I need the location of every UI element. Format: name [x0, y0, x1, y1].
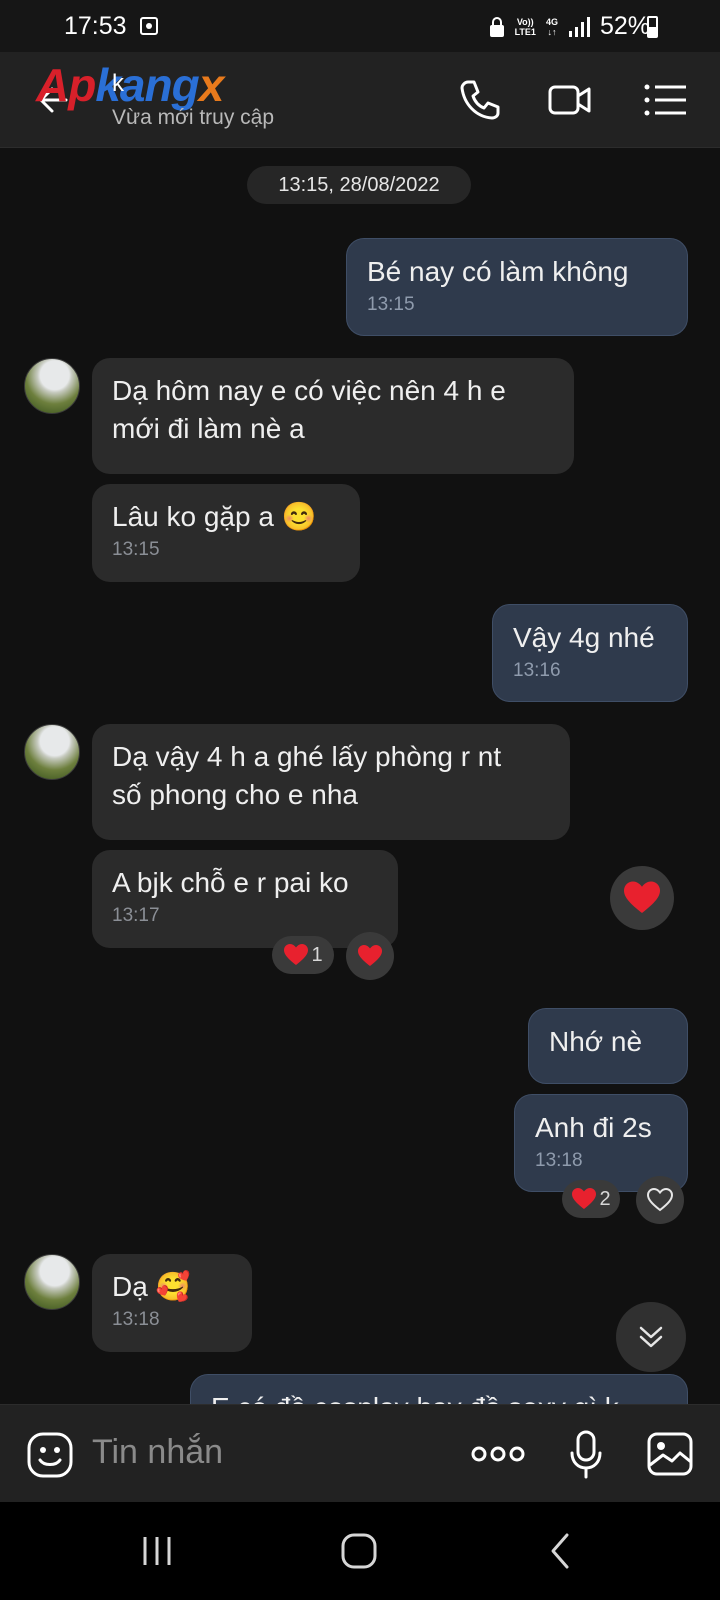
- message-list[interactable]: 13:15, 28/08/2022 Bé nay có làm không 13…: [0, 148, 720, 1404]
- message-text: Lâu ko gặp a 😊: [112, 501, 317, 532]
- message-text: Dạ 🥰: [112, 1271, 191, 1302]
- video-call-icon[interactable]: [546, 76, 594, 124]
- image-icon[interactable]: [646, 1431, 694, 1477]
- message-time: 13:18: [112, 1309, 160, 1330]
- contact-status: Vừa mới truy cập: [112, 106, 275, 129]
- message-text-line: số phong cho e nha: [112, 779, 358, 810]
- message-text-line: mới đi làm nè a: [112, 413, 305, 444]
- status-right-group: Vo)) LTE1 4G ↓↑ 52%: [489, 12, 650, 41]
- message-time: 13:15: [112, 539, 160, 560]
- message-outgoing[interactable]: Vậy 4g nhé 13:16: [492, 604, 688, 702]
- volte-indicator: Vo)) LTE1: [515, 17, 536, 37]
- signal-icon: [568, 16, 590, 37]
- network-type-label: 4G: [545, 16, 558, 27]
- message-incoming[interactable]: Dạ 🥰 13:18: [92, 1254, 252, 1352]
- message-text: A bjk chỗ e r pai ko: [112, 867, 349, 898]
- recent-apps-icon[interactable]: [140, 1534, 174, 1568]
- quick-react-heart-button[interactable]: [610, 866, 674, 930]
- message-outgoing-partial[interactable]: E có đồ cosplay hay đồ sexy gì k: [190, 1374, 688, 1404]
- message-input[interactable]: Tin nhắn: [92, 1433, 223, 1472]
- avatar[interactable]: [24, 1254, 80, 1310]
- message-time: 13:16: [513, 660, 561, 681]
- watermark-logo: Apkangx: [36, 59, 224, 111]
- notification-app-icon: [140, 17, 158, 35]
- message-text-line: Dạ hôm nay e có việc nên 4 h e: [112, 375, 506, 406]
- message-outgoing[interactable]: Nhớ nè: [528, 1008, 688, 1084]
- phone-icon[interactable]: [456, 76, 504, 124]
- avatar[interactable]: [24, 358, 80, 414]
- message-text: E có đồ cosplay hay đồ sexy gì k: [211, 1392, 619, 1404]
- avatar[interactable]: [24, 724, 80, 780]
- menu-icon[interactable]: [642, 76, 690, 124]
- system-navigation-bar: [0, 1502, 720, 1600]
- message-incoming[interactable]: Dạ vậy 4 h a ghé lấy phòng r nt số phong…: [92, 724, 570, 840]
- network-type-indicator: 4G ↓↑: [546, 17, 558, 37]
- status-bar: 17:53 Vo)) LTE1 4G ↓↑ 52%: [0, 0, 720, 52]
- reaction-count: 1: [311, 943, 323, 966]
- home-icon[interactable]: [340, 1532, 378, 1570]
- message-time: 13:17: [112, 905, 160, 926]
- scroll-to-bottom-button[interactable]: [616, 1302, 686, 1372]
- message-time: 13:18: [535, 1150, 583, 1171]
- message-text: Bé nay có làm không: [367, 256, 629, 287]
- chat-header: Apkangx k Vừa mới truy cập: [0, 52, 720, 148]
- message-text: Anh đi 2s: [535, 1112, 652, 1143]
- reaction-summary[interactable]: 1: [272, 936, 334, 974]
- heart-outline-icon: [647, 1188, 673, 1212]
- sticker-icon[interactable]: [26, 1431, 74, 1479]
- more-icon[interactable]: [470, 1441, 526, 1467]
- volte-label: Vo)): [516, 16, 534, 27]
- back-nav-icon[interactable]: [548, 1532, 572, 1570]
- lte-label: LTE1: [514, 26, 536, 37]
- message-incoming[interactable]: Lâu ko gặp a 😊 13:15: [92, 484, 360, 582]
- message-text: Vậy 4g nhé: [513, 622, 655, 653]
- battery-icon: [647, 16, 658, 38]
- message-incoming[interactable]: Dạ hôm nay e có việc nên 4 h e mới đi là…: [92, 358, 574, 474]
- message-composer: Tin nhắn: [0, 1404, 720, 1502]
- heart-icon: [624, 881, 660, 913]
- message-text: Nhớ nè: [549, 1026, 643, 1057]
- contact-name[interactable]: k: [112, 70, 124, 98]
- heart-icon: [358, 945, 382, 966]
- heart-icon: [572, 1188, 597, 1209]
- reaction-count: 2: [599, 1187, 611, 1210]
- lock-icon: [489, 16, 504, 37]
- double-chevron-down-icon: [639, 1326, 663, 1348]
- battery-percent: 52%: [599, 12, 650, 40]
- react-button[interactable]: [346, 932, 394, 980]
- message-incoming[interactable]: A bjk chỗ e r pai ko 13:17: [92, 850, 398, 948]
- microphone-icon[interactable]: [568, 1429, 604, 1481]
- date-separator: 13:15, 28/08/2022: [247, 166, 471, 204]
- react-button[interactable]: [636, 1176, 684, 1224]
- reaction-summary[interactable]: 2: [562, 1180, 620, 1218]
- heart-icon: [284, 944, 309, 965]
- message-text-line: Dạ vậy 4 h a ghé lấy phòng r nt: [112, 741, 502, 772]
- data-arrows-icon: ↓↑: [547, 26, 557, 37]
- message-time: 13:15: [367, 294, 415, 315]
- status-time: 17:53: [64, 12, 127, 40]
- message-outgoing[interactable]: Bé nay có làm không 13:15: [346, 238, 688, 336]
